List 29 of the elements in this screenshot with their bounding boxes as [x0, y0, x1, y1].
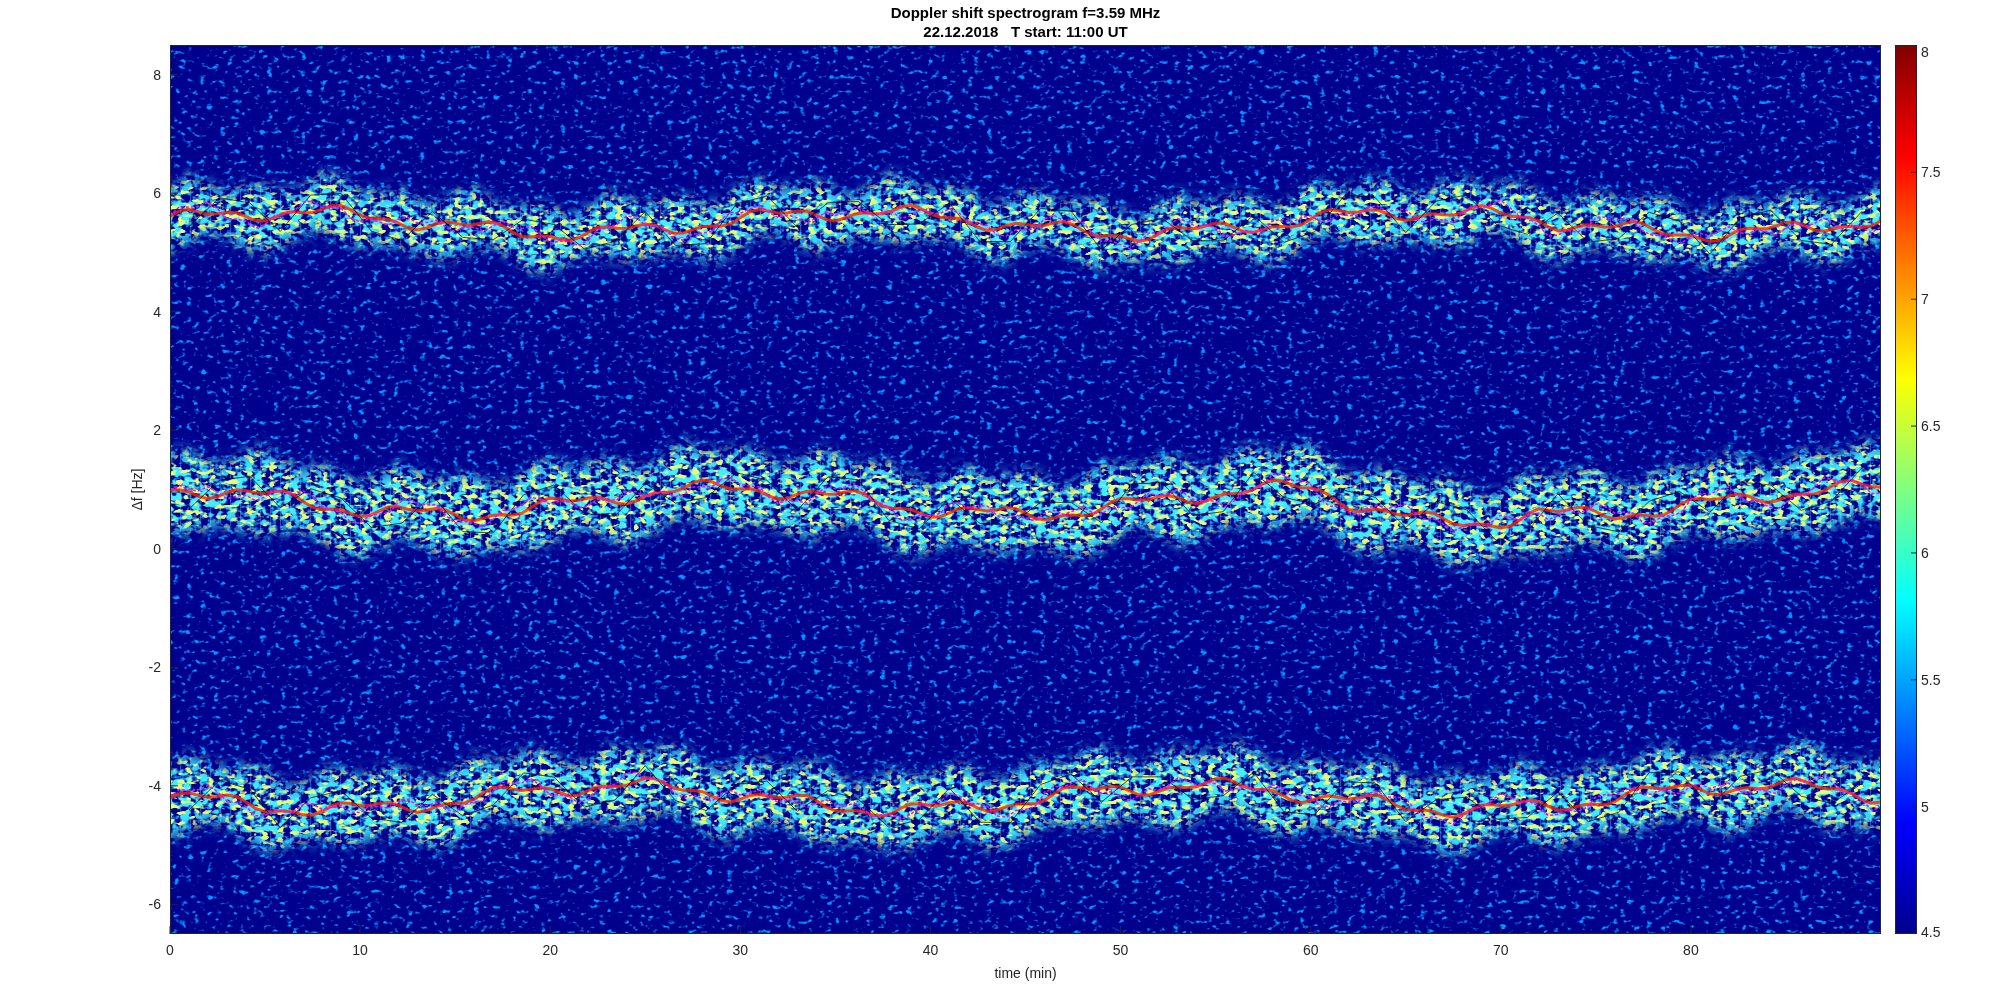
x-tick-label: 30 — [732, 942, 749, 958]
x-tick-label: 80 — [1683, 942, 1699, 958]
y-tick-label: -2 — [148, 659, 161, 676]
x-axis-label: time (min) — [994, 965, 1057, 981]
colorbar-tick-label: 5.5 — [1921, 671, 1941, 688]
x-tick-label: 70 — [1493, 942, 1509, 958]
colorbar-tick-label: 4.5 — [1921, 924, 1941, 940]
colorbar-tick-label: 6.5 — [1921, 418, 1941, 435]
x-tick-label: 40 — [922, 942, 939, 958]
y-tick-label: -6 — [148, 896, 161, 913]
y-tick-label: -4 — [148, 777, 161, 794]
x-tick-label: 0 — [166, 942, 174, 958]
x-tick-label: 50 — [1112, 942, 1129, 958]
y-tick-label: 2 — [153, 422, 161, 439]
colorbar-tick-label: 6 — [1921, 544, 1929, 561]
y-axis-label: Δf [Hz] — [129, 468, 145, 511]
chart-title: 22.12.2018 T start: 11:00 UT — [923, 21, 1128, 41]
colorbar-tick-label: 7 — [1921, 291, 1929, 308]
y-tick-label: 4 — [153, 303, 161, 320]
colorbar-tick-label: 5 — [1921, 798, 1929, 815]
y-tick-label: 0 — [153, 540, 161, 557]
x-tick-label: 10 — [352, 942, 368, 958]
y-tick-label: 8 — [153, 66, 161, 83]
colorbar-tick-label: 7.5 — [1921, 164, 1941, 181]
chart-title: Doppler shift spectrogram f=3.59 MHz — [890, 2, 1161, 22]
y-tick-label: 6 — [153, 185, 161, 202]
colorbar-tick-label: 8 — [1921, 45, 1929, 60]
x-tick-label: 20 — [542, 942, 558, 958]
x-tick-label: 60 — [1302, 942, 1319, 958]
